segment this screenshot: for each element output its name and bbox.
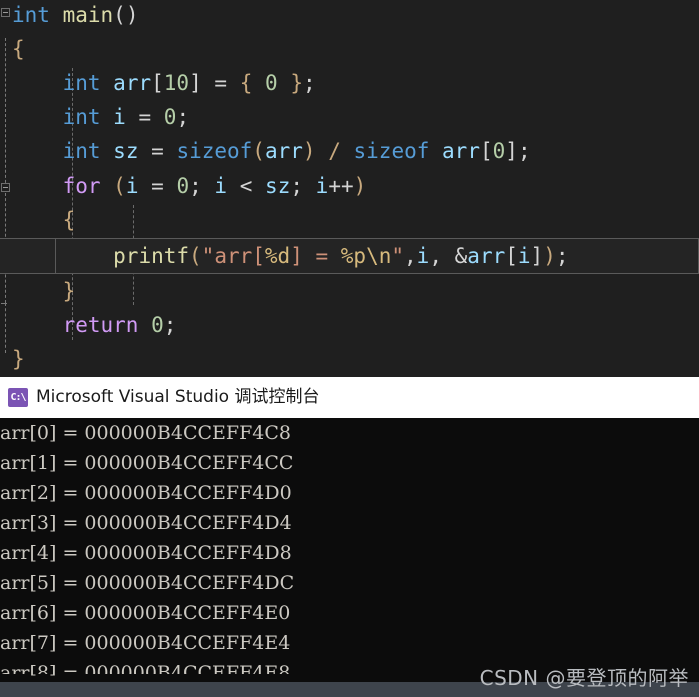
code-line-11[interactable]: } — [0, 342, 699, 376]
code-line-6[interactable]: for (i = 0; i < sz; i++) — [0, 169, 699, 203]
debug-console-window[interactable]: C:\ Microsoft Visual Studio 调试控制台 arr[0]… — [0, 377, 699, 697]
console-output-line: arr[1] = 000000B4CCEFF4CC — [0, 452, 294, 474]
console-title: Microsoft Visual Studio 调试控制台 — [36, 387, 320, 407]
console-output-line: arr[5] = 000000B4CCEFF4DC — [0, 572, 295, 594]
code-line-9[interactable]: } — [0, 274, 699, 308]
code-editor[interactable]: int main() { int arr[10] = { 0 }; int i … — [0, 0, 699, 377]
console-output-line: arr[3] = 000000B4CCEFF4D4 — [0, 512, 292, 534]
console-output-line: arr[7] = 000000B4CCEFF4E4 — [0, 632, 291, 654]
code-line-10[interactable]: return 0; — [0, 308, 699, 342]
cmd-prompt-icon: C:\ — [8, 388, 28, 407]
code-line-4[interactable]: int i = 0; — [0, 100, 699, 134]
console-output-line: arr[8] = 000000B4CCEFF4E8 — [0, 662, 291, 674]
console-titlebar[interactable]: C:\ Microsoft Visual Studio 调试控制台 — [0, 377, 699, 419]
code-line-7[interactable]: { — [0, 203, 699, 237]
console-output-line: arr[5] = — [0, 674, 78, 682]
watermark: CSDN @要登顶的阿举 — [479, 666, 689, 690]
console-output-line: arr[6] = 000000B4CCEFF4E0 — [0, 602, 291, 624]
code-line-3[interactable]: int arr[10] = { 0 }; — [0, 66, 699, 100]
console-output-line: arr[2] = 000000B4CCEFF4D0 — [0, 482, 292, 504]
code-line-1[interactable]: int main() — [0, 0, 699, 32]
console-output-line: arr[0] = 000000B4CCEFF4C8 — [0, 422, 292, 444]
code-line-8[interactable]: printf("arr[%d] = %p\n",i, &arr[i]); — [0, 239, 699, 273]
console-output[interactable]: arr[0] = 000000B4CCEFF4C8 arr[1] = 00000… — [0, 418, 699, 674]
code-line-5[interactable]: int sz = sizeof(arr) / sizeof arr[0]; — [0, 134, 699, 168]
code-line-2[interactable]: { — [0, 32, 699, 66]
console-output-line: arr[4] = 000000B4CCEFF4D8 — [0, 542, 292, 564]
